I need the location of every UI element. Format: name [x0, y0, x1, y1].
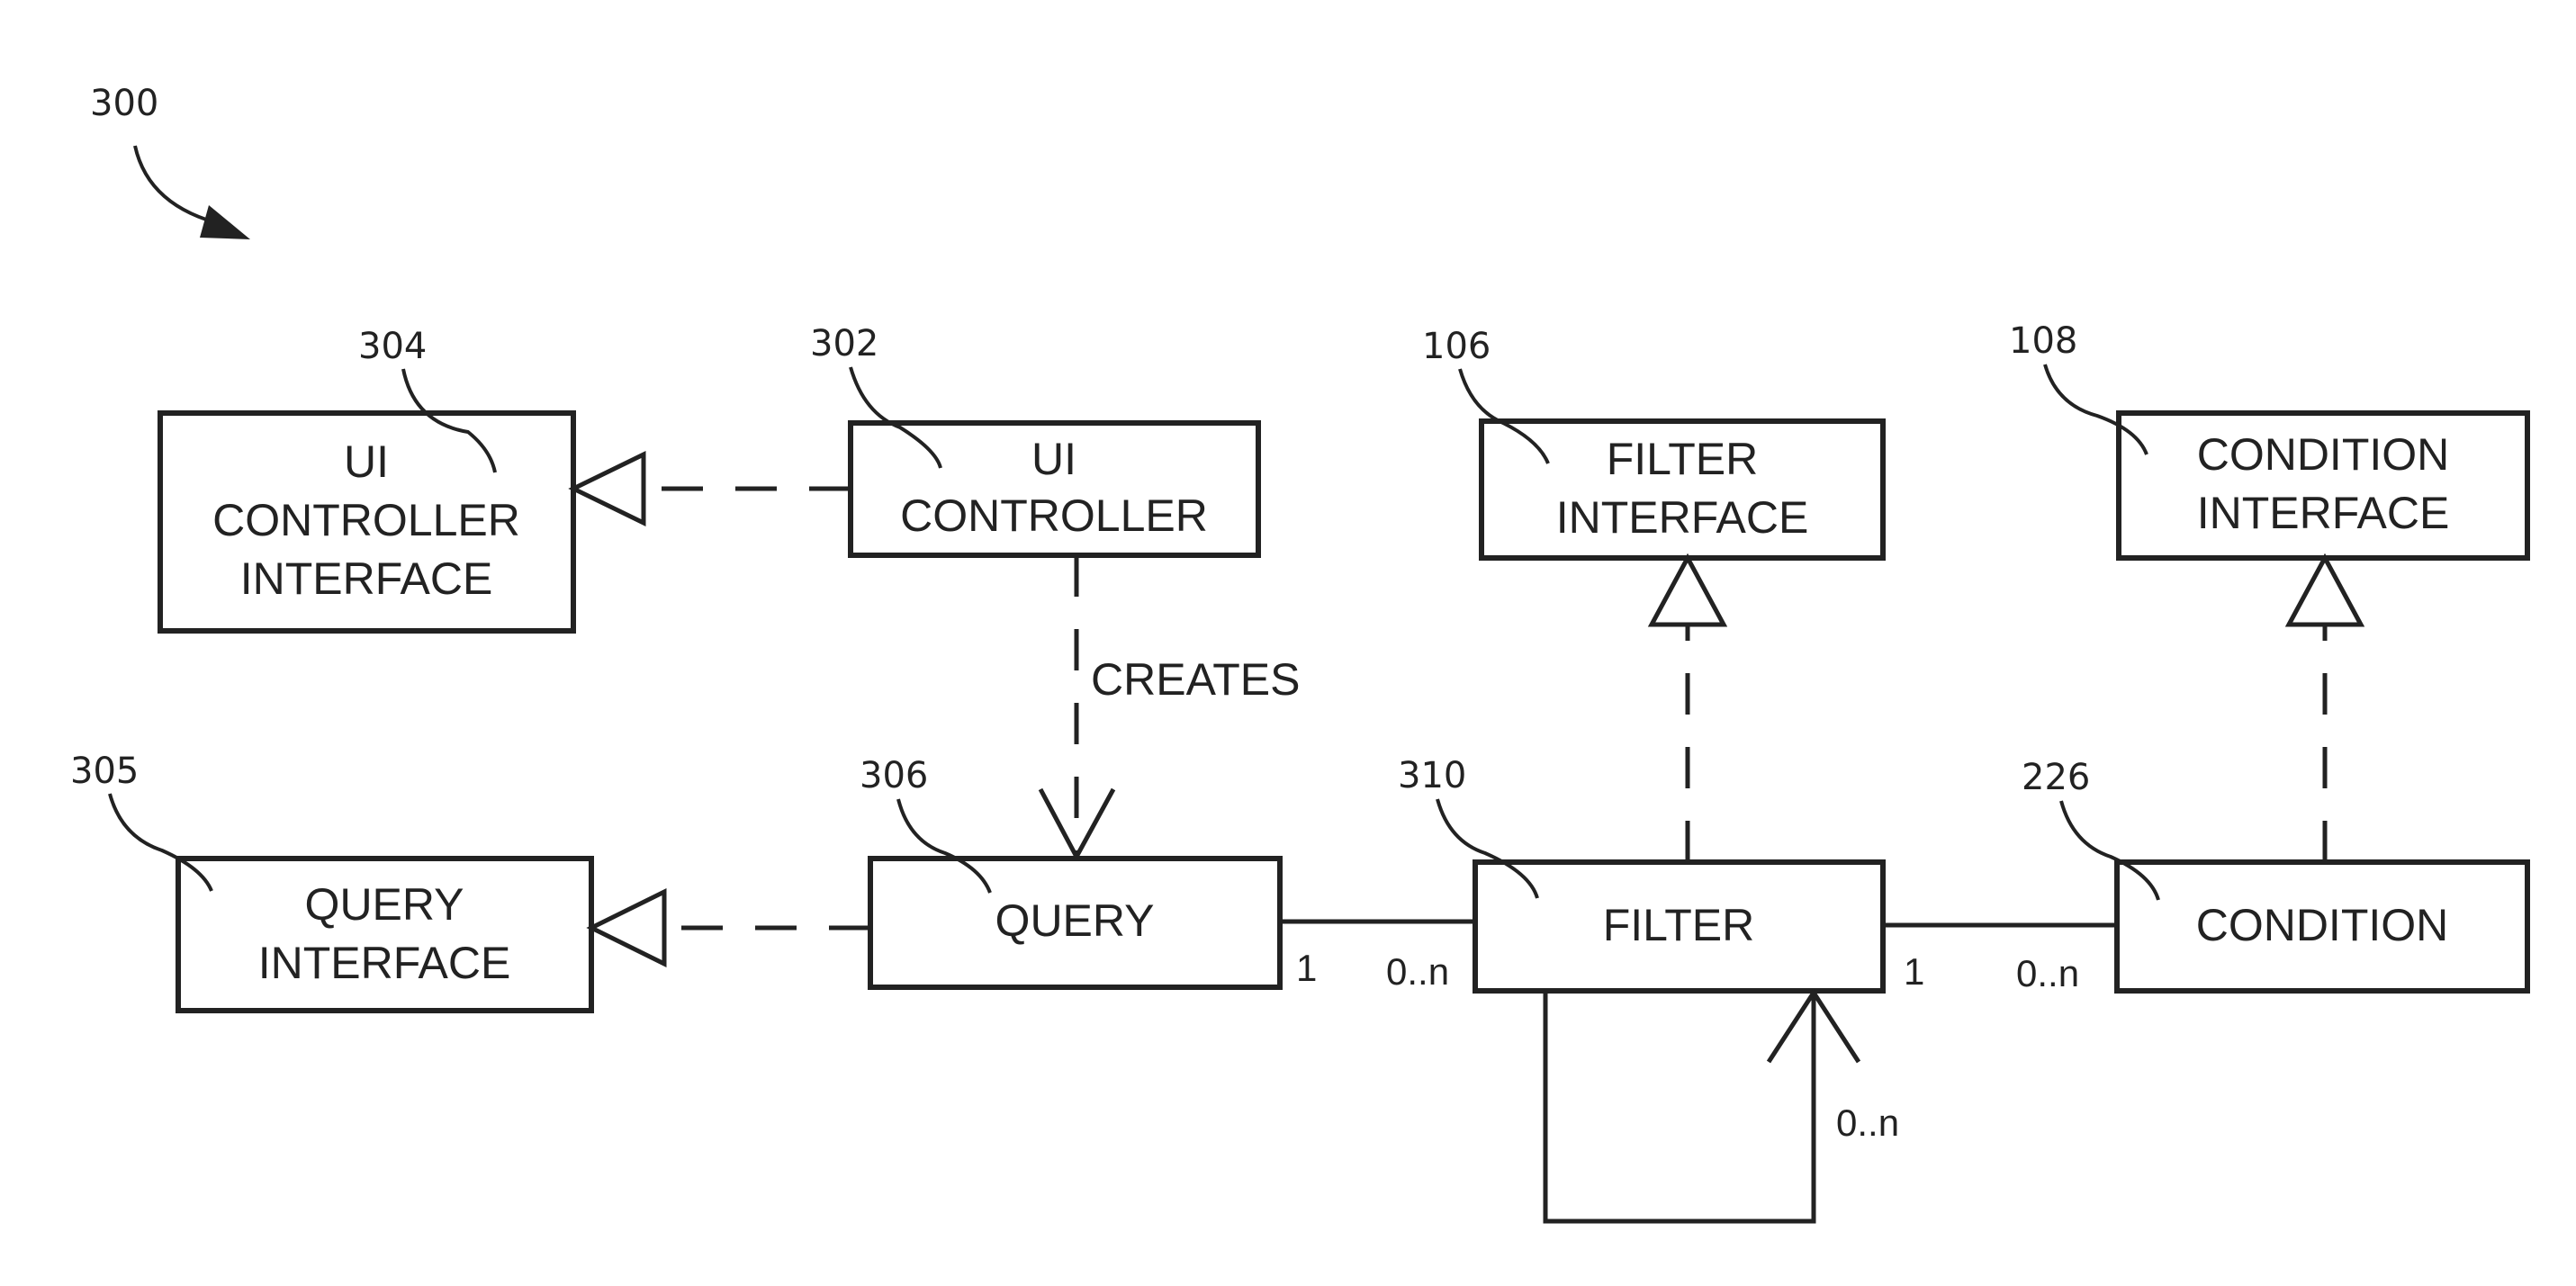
- box-label-line: INTERFACE: [1556, 492, 1809, 543]
- multiplicity-label: 0..n: [1386, 950, 1449, 993]
- box-label-line: CONTROLLER: [212, 495, 520, 545]
- box-label-line: CONDITION: [2196, 900, 2449, 950]
- box-label-line: UI: [1031, 434, 1076, 484]
- box-label-line: CONDITION: [2197, 429, 2450, 480]
- box-label-line: FILTER: [1603, 900, 1755, 950]
- creates-label: CREATES: [1091, 654, 1300, 705]
- box-label-line: UI: [344, 436, 389, 487]
- box-label-line: FILTER: [1607, 434, 1759, 484]
- ui-controller-interface-box: UI CONTROLLER INTERFACE: [158, 410, 576, 634]
- ref-label-310: 310: [1398, 755, 1466, 796]
- realization-arrowhead-icon: [1647, 553, 1728, 627]
- ref-label-304: 304: [358, 326, 427, 367]
- box-label-line: INTERFACE: [240, 553, 493, 604]
- query-interface-box: QUERY INTERFACE: [176, 856, 594, 1013]
- ref-label-305: 305: [70, 751, 139, 792]
- filter-interface-box: FILTER INTERFACE: [1479, 418, 1886, 561]
- realization-arrowhead-icon: [586, 887, 667, 968]
- box-label-line: QUERY: [305, 879, 464, 930]
- ref-label-302: 302: [810, 323, 878, 364]
- filter-self-association: [1543, 991, 1816, 1224]
- uml-diagram: 300 UI CONTROLLER INTERFACE 304 UI CONTR…: [70, 83, 2530, 1224]
- box-label-line: QUERY: [995, 895, 1155, 946]
- figure-reference-label: 300: [90, 83, 158, 124]
- box-label-line: INTERFACE: [2197, 488, 2450, 538]
- multiplicity-label: 0..n: [2016, 952, 2079, 994]
- box-label-line: INTERFACE: [258, 938, 511, 988]
- ui-controller-box: UI CONTROLLER: [848, 420, 1261, 558]
- figure-reference-arrow: [133, 145, 250, 239]
- ref-label-226: 226: [2022, 757, 2090, 798]
- box-label-line: CONTROLLER: [900, 490, 1208, 541]
- condition-box: CONDITION: [2114, 859, 2530, 994]
- condition-interface-box: CONDITION INTERFACE: [2116, 410, 2530, 561]
- arrowhead-icon: [200, 205, 250, 239]
- filter-box: FILTER: [1473, 859, 1886, 994]
- realization-arrowhead-icon: [568, 451, 646, 526]
- multiplicity-label: 0..n: [1836, 1102, 1899, 1144]
- query-box: QUERY: [868, 856, 1283, 990]
- ref-label-306: 306: [860, 755, 928, 796]
- multiplicity-label: 1: [1296, 947, 1317, 989]
- ref-label-106: 106: [1422, 326, 1491, 367]
- realization-arrowhead-icon: [2284, 553, 2365, 627]
- ref-label-108: 108: [2009, 320, 2077, 362]
- multiplicity-label: 1: [1904, 950, 1924, 993]
